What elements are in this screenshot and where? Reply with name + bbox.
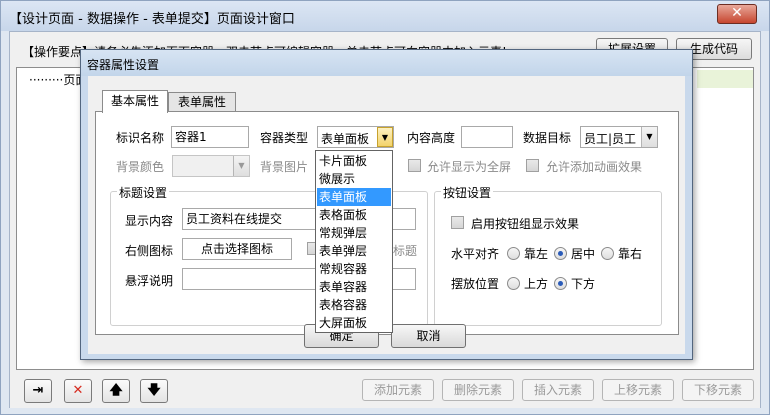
- dropdown-option[interactable]: 表单容器: [317, 278, 391, 296]
- position-label: 摆放位置: [451, 277, 500, 291]
- close-icon[interactable]: ✕: [717, 4, 757, 24]
- show-title-label: 标题: [393, 244, 418, 258]
- chevron-down-icon[interactable]: ▼: [641, 127, 657, 147]
- type-select-value: 表单面板: [321, 132, 370, 146]
- dropdown-option[interactable]: 表格面板: [317, 206, 391, 224]
- align-center-label: 居中: [571, 247, 596, 261]
- choose-icon-button[interactable]: 点击选择图标: [182, 238, 292, 260]
- h-align-label: 水平对齐: [451, 247, 500, 261]
- arrow-down-icon[interactable]: 🡇: [140, 379, 168, 403]
- window-title: 【设计页面 - 数据操作 - 表单提交】页面设计窗口: [9, 12, 295, 27]
- dropdown-option[interactable]: 表单弹层: [317, 242, 391, 260]
- delete-element-button[interactable]: 删除元素: [442, 379, 514, 401]
- type-select[interactable]: 表单面板 ▼: [317, 126, 394, 148]
- enable-effect-label: 启用按钮组显示效果: [471, 217, 580, 231]
- align-right-radio[interactable]: [601, 247, 614, 260]
- align-center-radio[interactable]: [554, 247, 567, 260]
- target-select-value: 员工|员工: [584, 132, 637, 146]
- chevron-down-icon: ▼: [233, 156, 249, 176]
- delete-icon[interactable]: ✕: [64, 379, 92, 403]
- chevron-down-icon[interactable]: ▼: [377, 127, 393, 147]
- bg-color-label: 背景颜色: [116, 160, 165, 174]
- align-left-radio[interactable]: [507, 247, 520, 260]
- position-bottom-radio[interactable]: [554, 277, 567, 290]
- move-up-element-button[interactable]: 上移元素: [602, 379, 674, 401]
- fullscreen-label: 允许显示为全屏: [427, 160, 512, 174]
- tooltip-label: 悬浮说明: [125, 274, 174, 288]
- tree-selection-highlight: [697, 70, 753, 88]
- fullscreen-checkbox[interactable]: [408, 159, 421, 172]
- add-element-button[interactable]: 添加元素: [362, 379, 434, 401]
- bg-image-label: 背景图片: [260, 160, 309, 174]
- dropdown-option[interactable]: 表格容器: [317, 296, 391, 314]
- animation-checkbox[interactable]: [526, 159, 539, 172]
- enable-effect-checkbox[interactable]: [451, 216, 464, 229]
- type-dropdown-list[interactable]: 卡片面板 微展示 表单面板 表格面板 常规弹层 表单弹层 常规容器 表单容器 表…: [315, 150, 393, 333]
- arrow-up-icon[interactable]: 🡅: [102, 379, 130, 403]
- right-icon-label: 右侧图标: [125, 244, 174, 258]
- dialog-title: 容器属性设置: [87, 58, 160, 72]
- insert-element-button[interactable]: 插入元素: [522, 379, 594, 401]
- dropdown-option[interactable]: 大屏面板: [317, 314, 391, 332]
- dropdown-option-selected[interactable]: 表单面板: [317, 188, 391, 206]
- dropdown-option[interactable]: 微展示: [317, 170, 391, 188]
- align-right-label: 靠右: [618, 247, 643, 261]
- main-titlebar: 【设计页面 - 数据操作 - 表单提交】页面设计窗口 ✕: [1, 1, 769, 31]
- move-down-element-button[interactable]: 下移元素: [682, 379, 754, 401]
- dropdown-option[interactable]: 常规弹层: [317, 224, 391, 242]
- animation-label: 允许添加动画效果: [546, 160, 643, 174]
- align-left-label: 靠左: [524, 247, 549, 261]
- dropdown-option[interactable]: 卡片面板: [317, 152, 391, 170]
- target-select[interactable]: 员工|员工 ▼: [580, 126, 658, 148]
- height-input[interactable]: [461, 126, 513, 148]
- title-settings-heading: 标题设置: [117, 184, 170, 201]
- dropdown-option[interactable]: 常规容器: [317, 260, 391, 278]
- position-bottom-label: 下方: [571, 277, 596, 291]
- target-label: 数据目标: [523, 131, 572, 145]
- height-label: 内容高度: [407, 131, 456, 145]
- bottom-toolbar: ⇥ ✕ 🡅 🡇 添加元素 删除元素 插入元素 上移元素 下移元素: [10, 372, 760, 408]
- position-top-radio[interactable]: [507, 277, 520, 290]
- insert-node-icon[interactable]: ⇥: [24, 379, 52, 403]
- type-label: 容器类型: [260, 131, 309, 145]
- cancel-button[interactable]: 取消: [391, 324, 466, 348]
- bg-color-select[interactable]: ▼: [172, 155, 250, 177]
- dialog-titlebar[interactable]: 容器属性设置: [81, 50, 692, 76]
- id-input[interactable]: 容器1: [171, 126, 249, 148]
- tab-form-properties[interactable]: 表单属性: [168, 92, 236, 112]
- id-label: 标识名称: [116, 131, 165, 145]
- display-label: 显示内容: [125, 214, 174, 228]
- tab-basic-properties[interactable]: 基本属性: [102, 90, 168, 113]
- button-settings-heading: 按钮设置: [441, 184, 494, 201]
- position-top-label: 上方: [524, 277, 549, 291]
